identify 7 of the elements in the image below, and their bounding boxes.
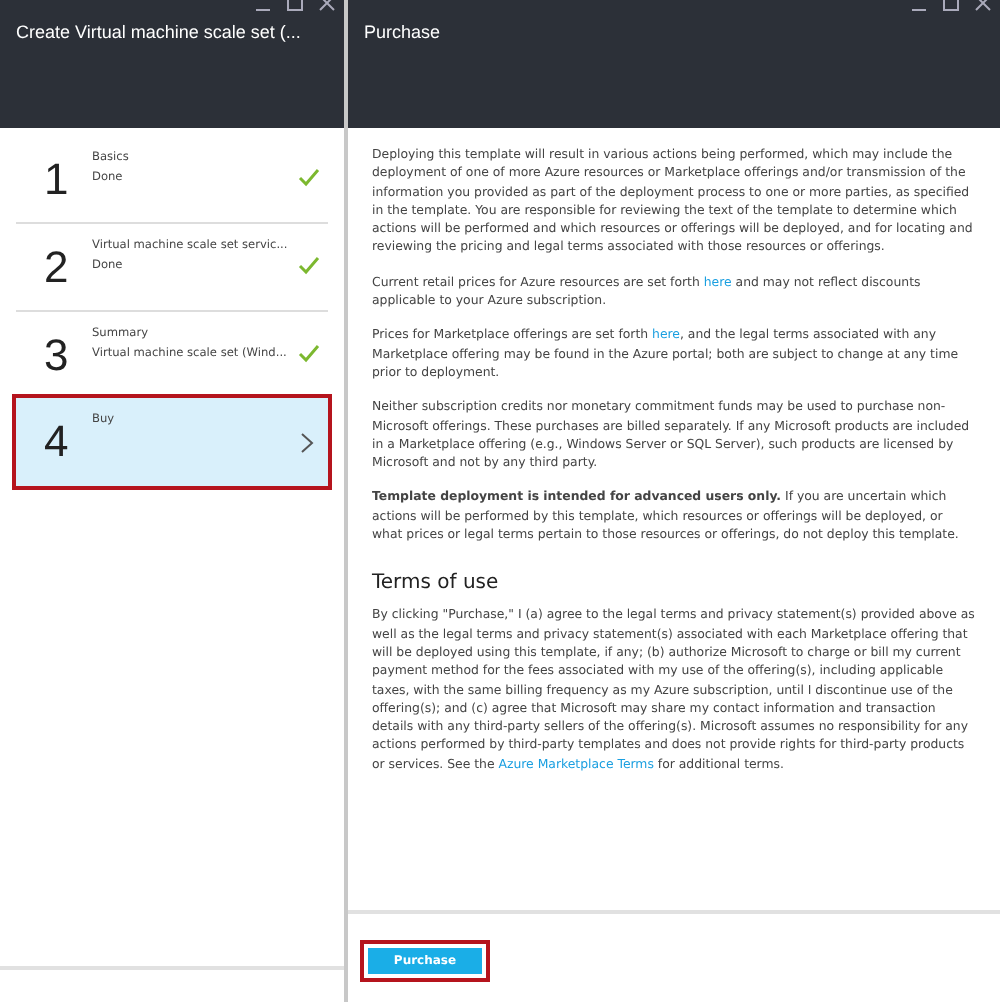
step-number: 1 bbox=[44, 153, 71, 205]
step-number: 4 bbox=[44, 416, 71, 468]
blade-title: Purchase bbox=[364, 20, 441, 44]
blade-title: Create Virtual machine scale set (... bbox=[16, 20, 301, 44]
step-number: 3 bbox=[44, 329, 71, 381]
step-number: 2 bbox=[44, 241, 71, 293]
section-heading: Terms of use bbox=[372, 572, 501, 595]
